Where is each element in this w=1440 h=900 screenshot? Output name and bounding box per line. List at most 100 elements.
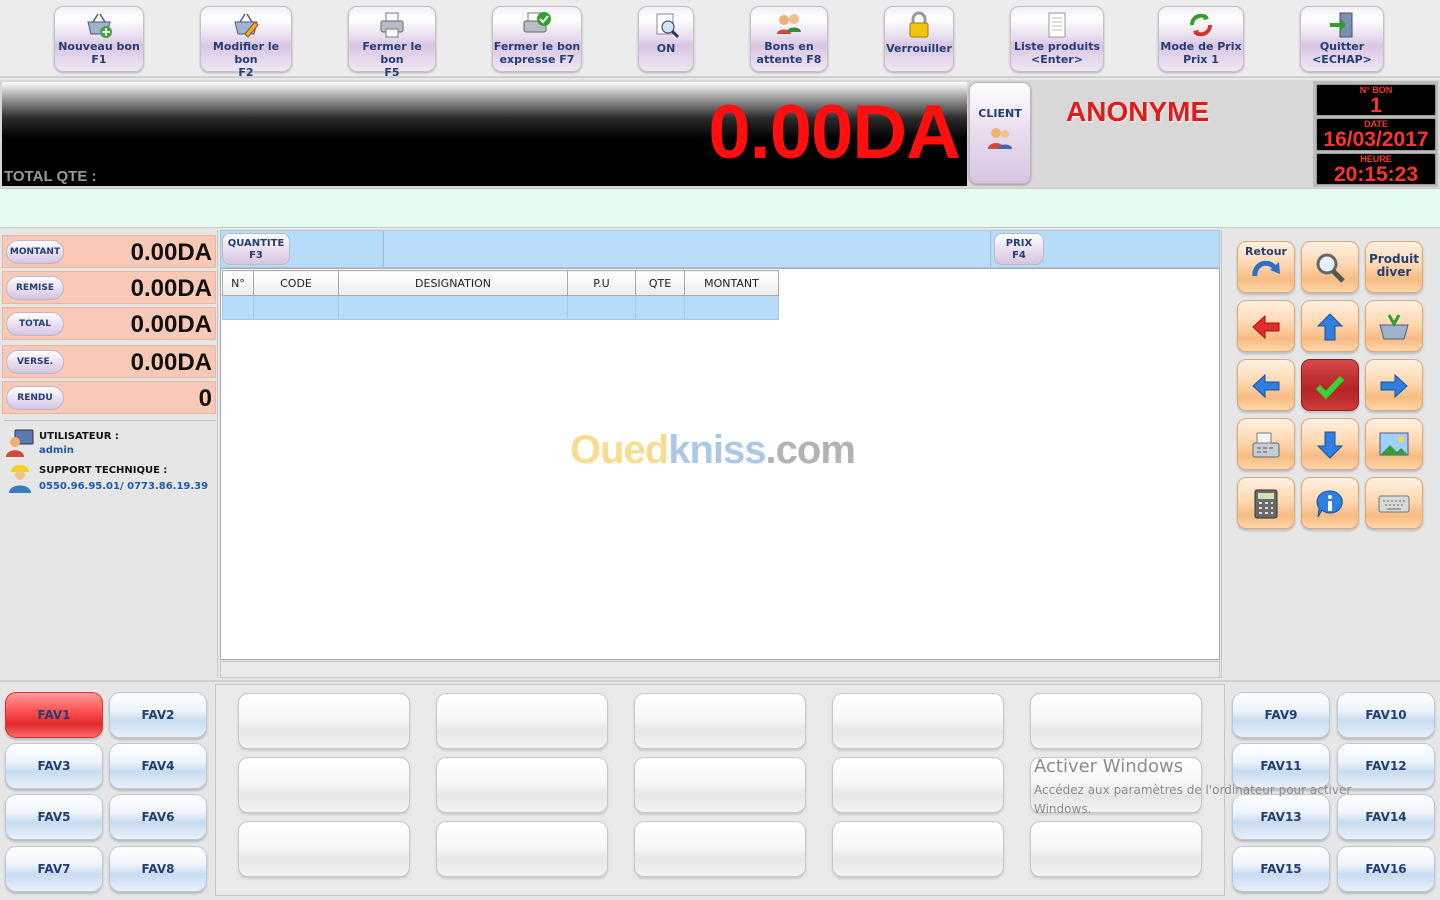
entry-input[interactable] [383, 231, 991, 267]
modifier-bon-button[interactable]: Modifier le bon F2 [200, 6, 292, 79]
arrow-left-button[interactable] [1237, 359, 1295, 411]
product-slot[interactable] [832, 757, 1004, 813]
list-icon [1048, 12, 1066, 38]
keyboard-icon [1378, 495, 1410, 513]
product-slot[interactable] [1030, 693, 1202, 749]
refresh-icon [1190, 13, 1212, 37]
delete-line-button[interactable] [1237, 300, 1295, 352]
arrow-right-icon [1380, 373, 1408, 399]
watermark-part-c: .com [765, 428, 856, 472]
lock-icon [909, 11, 929, 38]
col-header-montant[interactable]: MONTANT [684, 270, 779, 296]
info-button[interactable] [1301, 477, 1359, 529]
fav7-button[interactable]: FAV7 [5, 846, 103, 892]
quantite-button[interactable]: QUANTITE F3 [222, 233, 290, 265]
image-button[interactable] [1365, 418, 1423, 470]
fermer-bon-shortcut: F5 [384, 66, 400, 79]
total-button[interactable]: TOTAL [6, 312, 64, 336]
basket-add-icon [87, 13, 112, 38]
fav9-button[interactable]: FAV9 [1232, 692, 1330, 738]
date-value: 16/03/2017 [1323, 128, 1429, 151]
arrow-right-button[interactable] [1365, 359, 1423, 411]
table-cell[interactable] [222, 295, 254, 320]
fav2-button[interactable]: FAV2 [109, 692, 207, 738]
produit-diver-button[interactable]: Produit diver [1365, 241, 1423, 293]
fav6-button[interactable]: FAV6 [109, 794, 207, 840]
on-button[interactable]: ON [638, 6, 694, 72]
prix-button[interactable]: PRIX F4 [994, 233, 1044, 265]
rendu-value: 0 [198, 385, 212, 412]
montant-row: MONTANT 0.00DA [2, 235, 216, 268]
cash-register-button[interactable] [1237, 418, 1295, 470]
search-button[interactable] [1301, 241, 1359, 293]
rendu-button[interactable]: RENDU [6, 386, 64, 410]
quitter-label: Quitter [1319, 40, 1365, 53]
product-slot[interactable] [238, 757, 410, 813]
remise-button[interactable]: REMISE [6, 276, 64, 300]
table-cell[interactable] [338, 295, 568, 320]
fav4-button[interactable]: FAV4 [109, 743, 207, 789]
fermer-bon-expresse-button[interactable]: Fermer le bon expresse F7 [492, 6, 582, 72]
table-cell[interactable] [684, 295, 779, 320]
arrow-up-button[interactable] [1301, 300, 1359, 352]
liste-produits-button[interactable]: Liste produits <Enter> [1010, 6, 1104, 72]
utilisateur-name: admin [39, 445, 74, 456]
quitter-button[interactable]: Quitter <ECHAP> [1300, 6, 1384, 72]
client-button[interactable]: CLIENT [969, 82, 1031, 184]
verrouiller-button[interactable]: Verrouiller [884, 6, 954, 72]
col-header-pu[interactable]: P.U [567, 270, 636, 296]
table-cell[interactable] [567, 295, 636, 320]
product-slot[interactable] [1030, 821, 1202, 877]
basket-button[interactable] [1365, 300, 1423, 352]
product-slot[interactable] [436, 821, 608, 877]
arrow-down-button[interactable] [1301, 418, 1359, 470]
total-qte-label: TOTAL QTE : [4, 168, 97, 185]
col-header-n[interactable]: N° [222, 270, 254, 296]
ouedkniss-watermark: Ouedkniss.com [570, 428, 856, 473]
grid-scrollbar[interactable] [220, 661, 1220, 678]
product-slot[interactable] [634, 693, 806, 749]
table-cell[interactable] [635, 295, 685, 320]
fav5-button[interactable]: FAV5 [5, 794, 103, 840]
retour-button[interactable]: Retour [1237, 241, 1295, 293]
fav10-button[interactable]: FAV10 [1337, 692, 1435, 738]
fermer-bon-button[interactable]: Fermer le bon F5 [348, 6, 436, 79]
fav1-button[interactable]: FAV1 [5, 692, 103, 738]
validate-button[interactable] [1301, 359, 1359, 411]
keyboard-button[interactable] [1365, 477, 1423, 529]
mode-prix-button[interactable]: Mode de Prix Prix 1 [1158, 6, 1244, 72]
divider [4, 420, 216, 421]
product-slot[interactable] [634, 757, 806, 813]
printer-check-icon [523, 12, 551, 33]
table-cell[interactable] [253, 295, 339, 320]
table-row[interactable] [222, 295, 779, 320]
fav3-button[interactable]: FAV3 [5, 743, 103, 789]
attente-shortcut: attente F8 [756, 53, 822, 66]
toolbar: Nouveau bon F1 Modifier le bon F2 Fermer… [0, 0, 1440, 79]
bons-en-attente-button[interactable]: Bons en attente F8 [750, 6, 828, 72]
product-slot[interactable] [832, 693, 1004, 749]
product-slot[interactable] [238, 693, 410, 749]
nouveau-bon-button[interactable]: Nouveau bon F1 [54, 6, 144, 72]
col-header-designation[interactable]: DESIGNATION [338, 270, 568, 296]
fav16-button[interactable]: FAV16 [1337, 846, 1435, 892]
product-slot[interactable] [238, 821, 410, 877]
col-header-qte[interactable]: QTE [635, 270, 685, 296]
montant-button[interactable]: MONTANT [6, 240, 64, 264]
quantite-shortcut: F3 [249, 250, 263, 261]
total-amount: 0.00DA [708, 90, 961, 175]
col-header-code[interactable]: CODE [253, 270, 339, 296]
product-slot[interactable] [832, 821, 1004, 877]
product-slot[interactable] [436, 757, 608, 813]
product-slot[interactable] [634, 821, 806, 877]
verse-button[interactable]: VERSE. [6, 350, 64, 374]
product-slot[interactable] [436, 693, 608, 749]
basket-edit-icon [234, 13, 259, 38]
windows-activation-overlay: Activer Windows Accédez aux paramètres d… [1034, 756, 1394, 819]
fav15-button[interactable]: FAV15 [1232, 846, 1330, 892]
image-icon [1379, 432, 1409, 456]
search-icon [1316, 253, 1345, 283]
calculator-button[interactable] [1237, 477, 1295, 529]
fav8-button[interactable]: FAV8 [109, 846, 207, 892]
support-phone: 0550.96.95.01/ 0773.86.19.39 [39, 481, 209, 492]
